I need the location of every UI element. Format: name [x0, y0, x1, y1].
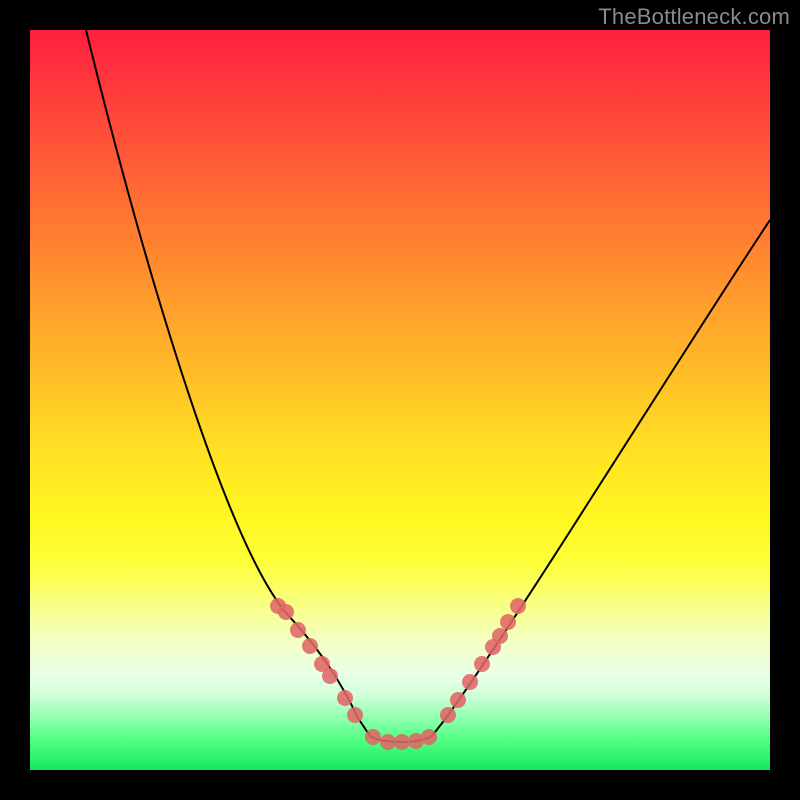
data-point: [365, 729, 381, 745]
data-point: [462, 674, 478, 690]
data-point: [322, 668, 338, 684]
data-point: [440, 707, 456, 723]
chart-frame: TheBottleneck.com: [0, 0, 800, 800]
watermark-text: TheBottleneck.com: [598, 4, 790, 30]
data-point: [290, 622, 306, 638]
data-point: [278, 604, 294, 620]
plot-area: [30, 30, 770, 770]
data-point: [394, 734, 410, 750]
data-point: [302, 638, 318, 654]
data-point: [380, 734, 396, 750]
dots-group: [270, 598, 526, 750]
data-point: [450, 692, 466, 708]
chart-svg: [30, 30, 770, 770]
data-point: [510, 598, 526, 614]
data-point: [337, 690, 353, 706]
data-point: [421, 729, 437, 745]
data-point: [474, 656, 490, 672]
data-point: [347, 707, 363, 723]
curve-left-branch: [86, 30, 370, 736]
data-point: [500, 614, 516, 630]
data-point: [492, 628, 508, 644]
